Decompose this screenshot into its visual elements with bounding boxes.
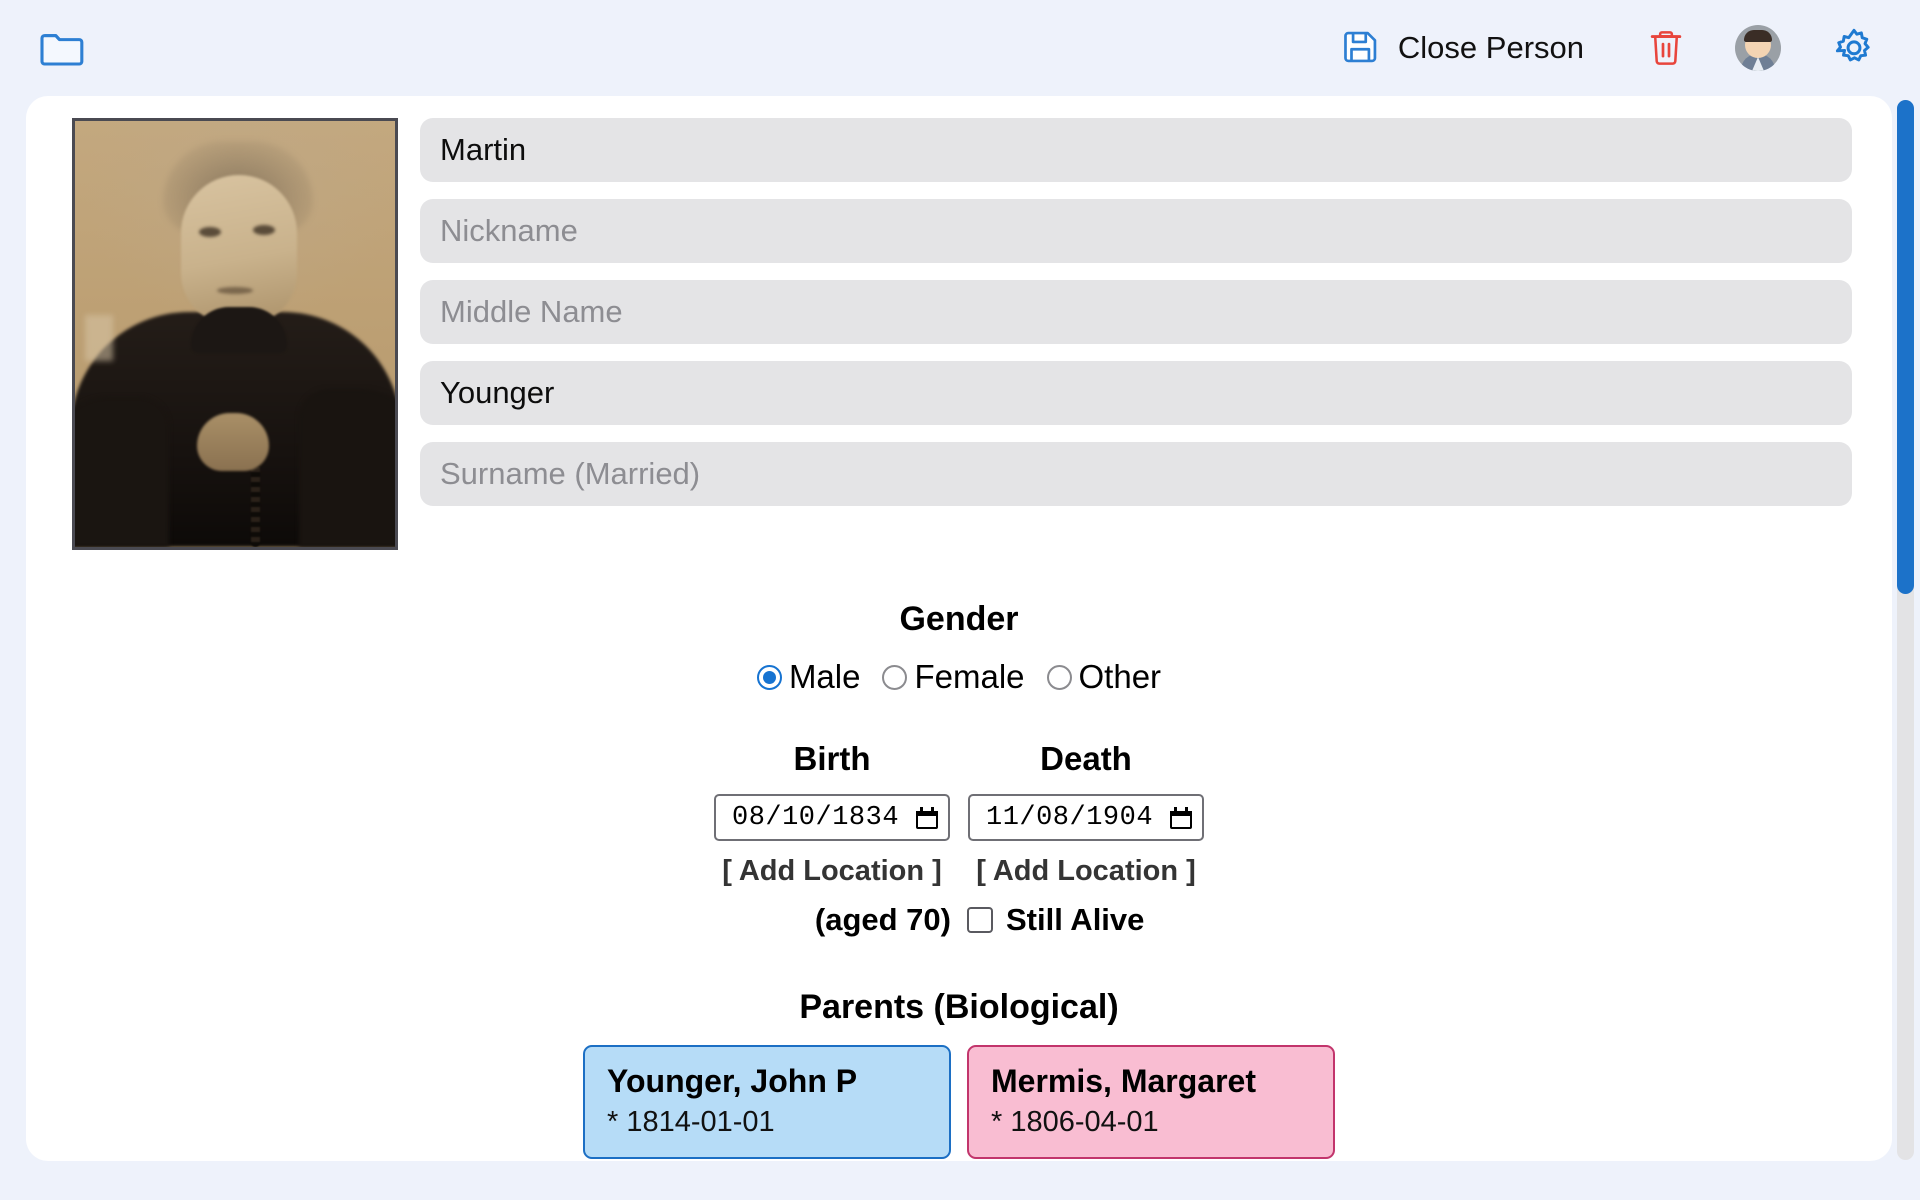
person-editor-app: Close Person Martin Nickname Middle Name…	[0, 0, 1920, 1200]
life-events-grid: Birth 08/10/1834 [ Add Location ] Death …	[26, 740, 1892, 888]
age-and-alive-row: (aged 70) Still Alive	[26, 902, 1892, 938]
photo-eye-right	[253, 225, 275, 235]
avatar-hair	[1744, 30, 1772, 42]
trash-icon-glyph	[1650, 31, 1682, 65]
life-events-section: Birth 08/10/1834 [ Add Location ] Death …	[26, 740, 1892, 938]
name-fields-group	[420, 118, 1852, 506]
calendar-icon-peg-right	[1185, 806, 1188, 813]
birth-date-value: 08/10/1834	[732, 802, 900, 833]
age-cell: (aged 70)	[713, 902, 951, 938]
avatar-circle	[1735, 25, 1781, 71]
photo-hands	[197, 413, 269, 471]
nickname-input[interactable]	[420, 199, 1852, 263]
parent-card-mother[interactable]: Mermis, Margaret * 1806-04-01	[967, 1045, 1335, 1159]
parent-mother-name: Mermis, Margaret	[991, 1063, 1256, 1099]
parents-section: Parents (Biological) Younger, John P * 1…	[26, 988, 1892, 1159]
photo-shoulder-left	[75, 397, 169, 547]
middle-name-input[interactable]	[420, 280, 1852, 344]
death-heading: Death	[1040, 740, 1132, 777]
radio-male-indicator[interactable]	[756, 664, 782, 690]
gender-option-male[interactable]: Male	[756, 658, 861, 696]
gear-icon[interactable]	[1816, 18, 1892, 78]
calendar-icon[interactable]	[1170, 806, 1192, 829]
parent-card-father[interactable]: Younger, John P * 1814-01-01	[583, 1045, 951, 1159]
vertical-scrollbar-thumb[interactable]	[1897, 100, 1914, 594]
calendar-icon-peg-left	[920, 806, 923, 813]
close-person-button[interactable]: Close Person	[1332, 24, 1594, 73]
calendar-icon-peg-right	[931, 806, 934, 813]
photo-highlight	[85, 315, 113, 361]
death-add-location-button[interactable]: [ Add Location ]	[976, 855, 1196, 888]
parent-mother-birth: * 1806-04-01	[991, 1106, 1159, 1138]
still-alive-checkbox[interactable]	[967, 907, 993, 933]
radio-other-indicator[interactable]	[1046, 664, 1072, 690]
floppy-disk-save-icon	[1342, 28, 1380, 69]
top-toolbar: Close Person	[0, 0, 1920, 96]
parents-title: Parents (Biological)	[799, 988, 1119, 1026]
death-date-input[interactable]: 11/08/1904	[968, 794, 1204, 841]
photo-face	[181, 175, 297, 325]
gender-option-male-label: Male	[788, 658, 861, 695]
folder-icon-glyph	[40, 34, 84, 66]
death-date-value: 11/08/1904	[986, 802, 1154, 833]
death-column: Death 11/08/1904 [ Add Location ]	[967, 740, 1205, 888]
person-detail-panel: Gender Male Female Other	[26, 96, 1892, 1161]
parents-cards-row: Younger, John P * 1814-01-01 Mermis, Mar…	[26, 1045, 1892, 1159]
still-alive-label: Still Alive	[1006, 902, 1145, 937]
panel-inner: Gender Male Female Other	[26, 96, 1892, 1161]
toolbar-left-group	[34, 20, 90, 76]
birth-add-location-button[interactable]: [ Add Location ]	[722, 855, 942, 888]
birth-column: Birth 08/10/1834 [ Add Location ]	[713, 740, 951, 888]
gender-option-female[interactable]: Female	[882, 658, 1025, 696]
toolbar-right-group: Close Person	[1332, 18, 1892, 78]
person-photo[interactable]	[72, 118, 398, 550]
surname-married-input[interactable]	[420, 442, 1852, 506]
radio-female-indicator[interactable]	[882, 664, 908, 690]
parent-father-name: Younger, John P	[607, 1063, 858, 1099]
gender-radio-group: Male Female Other	[26, 658, 1892, 696]
surname-input[interactable]	[420, 361, 1852, 425]
gender-option-other[interactable]: Other	[1046, 658, 1162, 696]
still-alive-cell: Still Alive	[967, 902, 1205, 938]
gender-option-other-label: Other	[1078, 658, 1162, 695]
photo-shoulder-right	[299, 389, 395, 547]
gender-title: Gender	[899, 600, 1019, 638]
birth-heading: Birth	[793, 740, 871, 777]
calendar-icon-peg-left	[1174, 806, 1177, 813]
trash-icon[interactable]	[1628, 18, 1704, 78]
person-avatar-icon[interactable]	[1720, 18, 1796, 78]
first-name-input[interactable]	[420, 118, 1852, 182]
gear-icon-glyph	[1835, 28, 1870, 62]
floppy-disk-save-icon-glyph	[1344, 31, 1377, 62]
vertical-scrollbar-track[interactable]	[1897, 100, 1914, 1160]
gender-option-female-label: Female	[914, 658, 1025, 695]
folder-icon[interactable]	[34, 20, 90, 76]
photo-mouth	[217, 287, 253, 294]
identity-row	[26, 118, 1892, 550]
parent-father-birth: * 1814-01-01	[607, 1106, 775, 1138]
age-text: (aged 70)	[814, 902, 951, 937]
calendar-icon[interactable]	[916, 806, 938, 829]
photo-eye-left	[199, 227, 221, 237]
close-person-label: Close Person	[1397, 30, 1584, 65]
birth-date-input[interactable]: 08/10/1834	[714, 794, 950, 841]
gender-section: Gender Male Female Other	[26, 600, 1892, 696]
